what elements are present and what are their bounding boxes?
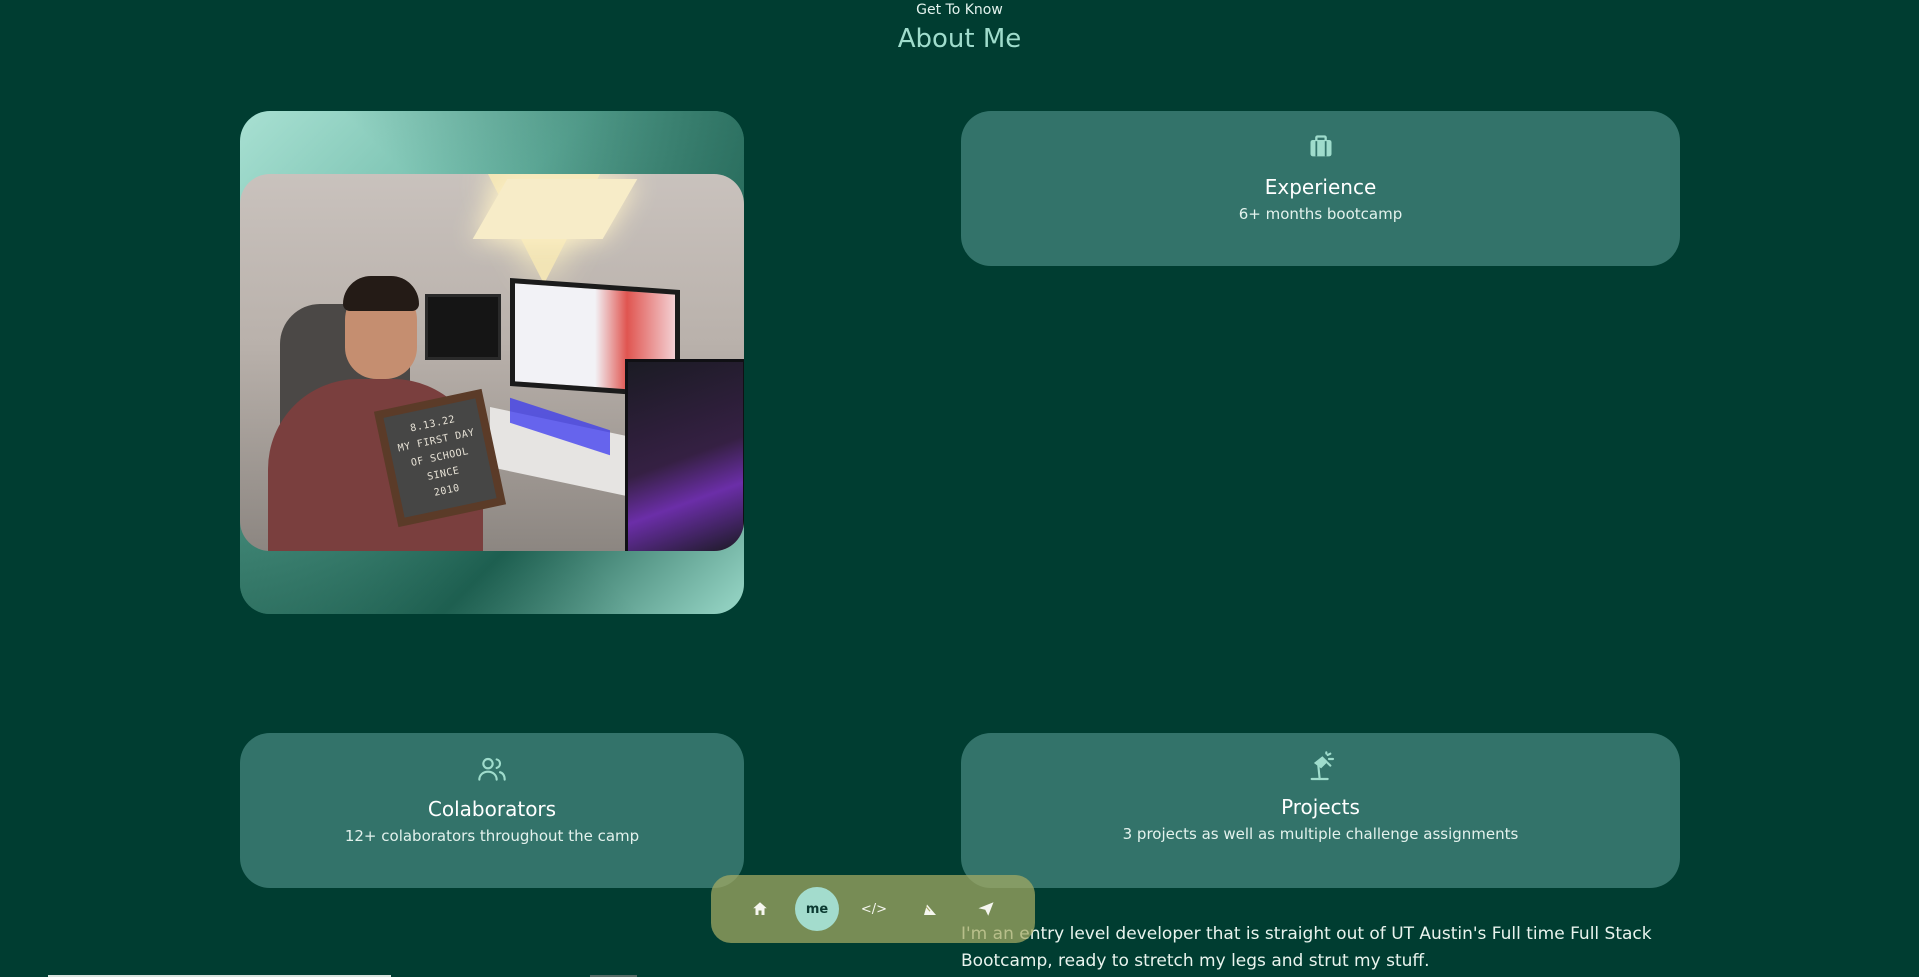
section-title: About Me [897,24,1022,54]
desk-lamp-icon [1310,751,1334,781]
experience-text: 6+ months bootcamp [1238,205,1403,223]
colaborators-title: Colaborators [427,797,557,821]
person-hair [343,276,419,311]
tools-icon [924,904,936,915]
nav-contact[interactable] [965,888,1007,930]
nav-home[interactable] [739,888,781,930]
nav-code[interactable]: </> [853,888,895,930]
second-monitor [425,294,501,360]
experience-title: Experience [1264,175,1377,199]
projects-text: 3 projects as well as multiple challenge… [1122,825,1519,843]
about-section: Get To Know About Me 8.13.22 MY FIRST DA… [0,0,1919,977]
bio-text: I'm an entry level developer that is str… [961,924,1652,971]
nav-about[interactable]: me [795,887,839,931]
users-icon [478,757,506,781]
letter-board: 8.13.22 MY FIRST DAY OF SCHOOL SINCE 201… [373,388,507,528]
nav-tools[interactable] [909,888,951,930]
send-icon [978,902,994,916]
colaborators-text: 12+ colaborators throughout the camp [344,827,640,845]
pc-tower [625,359,744,551]
experience-card: Experience 6+ months bootcamp [961,111,1680,266]
briefcase-icon [1310,135,1331,157]
floating-nav: me </> [711,875,1035,943]
code-icon: </> [860,901,888,917]
profile-photo: 8.13.22 MY FIRST DAY OF SCHOOL SINCE 201… [240,174,744,551]
section-subtitle: Get To Know [916,2,1003,18]
profile-photo-frame: 8.13.22 MY FIRST DAY OF SCHOOL SINCE 201… [240,111,744,614]
projects-card: Projects 3 projects as well as multiple … [961,733,1680,888]
home-icon [753,902,767,915]
letter-board-text: 8.13.22 MY FIRST DAY OF SCHOOL SINCE 201… [383,398,497,518]
projects-title: Projects [1281,795,1360,819]
colaborators-card: Colaborators 12+ colaborators throughout… [240,733,744,888]
